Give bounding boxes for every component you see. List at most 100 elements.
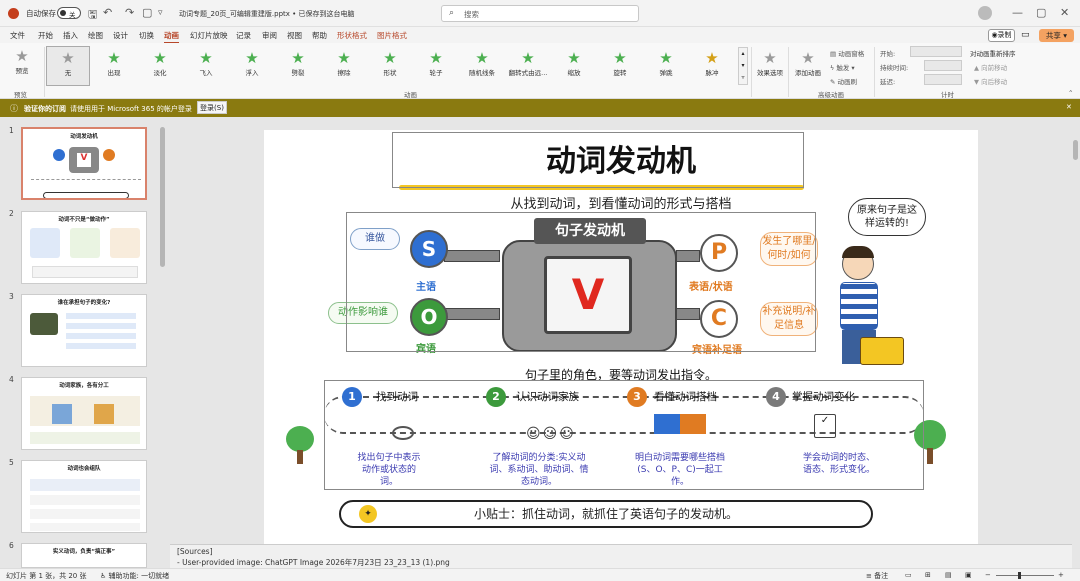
current-slide[interactable]: 动词发动机 从找到动词，到看懂动词的形式与搭档 句子发动机 V S O P C …	[264, 130, 978, 564]
delay-input[interactable]	[924, 74, 962, 85]
tab-animations[interactable]: 动画	[164, 30, 179, 44]
save-icon[interactable]: 🖫	[88, 6, 97, 25]
collapse-ribbon-icon[interactable]: ⌃	[1068, 89, 1073, 97]
present-icon[interactable]: ▢	[142, 6, 152, 19]
tab-home[interactable]: 开始	[38, 30, 53, 41]
animation-painter-button[interactable]: ✎ 动画刷	[830, 76, 857, 86]
thumbnail-scrollbar[interactable]	[160, 127, 165, 267]
selection-frame[interactable]	[392, 132, 804, 188]
animation-pane-button[interactable]: ▤ 动画窗格	[830, 48, 864, 58]
account-avatar[interactable]	[978, 6, 992, 20]
selection-frame[interactable]	[346, 212, 816, 352]
star-icon: ★	[61, 49, 75, 67]
animation-bounce[interactable]: ★ 弹跳	[644, 49, 688, 77]
slide-thumbnail-6[interactable]: 实义动词，负责“搞正事”	[21, 543, 147, 568]
gallery-scroll[interactable]: ▴ ▾ ▿	[738, 47, 748, 85]
tab-review[interactable]: 审阅	[262, 30, 277, 41]
move-earlier-button[interactable]: ▲ 向前移动	[974, 62, 1007, 72]
maximize-icon[interactable]: ▢	[1036, 6, 1046, 19]
trigger-button[interactable]: ϟ 触发 ▾	[830, 62, 855, 72]
duration-label: 持续时间:	[880, 64, 909, 72]
animation-swivel[interactable]: ★ 旋转	[598, 49, 642, 77]
undo-icon[interactable]: ↶	[103, 6, 112, 19]
animation-pane-label: 动画窗格	[838, 50, 865, 58]
animation-wheel[interactable]: ★ 轮子	[414, 49, 458, 77]
zoom-slider[interactable]	[996, 575, 1054, 576]
tab-help[interactable]: 帮助	[312, 30, 327, 41]
animation-none[interactable]: ★ 无	[46, 49, 90, 77]
normal-view-icon[interactable]: ▭	[905, 571, 912, 579]
slide-sorter-icon[interactable]: ⊞	[925, 571, 931, 579]
animation-zoom[interactable]: ★ 缩放	[552, 49, 596, 77]
selection-frame[interactable]	[324, 380, 924, 490]
tab-draw[interactable]: 绘图	[88, 30, 103, 41]
close-icon[interactable]: ✕	[1060, 6, 1069, 19]
animation-shape[interactable]: ★ 形状	[368, 49, 412, 77]
tab-shape-format[interactable]: 形状格式	[337, 30, 367, 41]
search-placeholder: 搜索	[464, 10, 479, 19]
tab-file[interactable]: 文件	[10, 30, 25, 41]
slide-thumbnail-5[interactable]: 动词也会组队	[21, 460, 147, 533]
animation-grow-turn[interactable]: ★ 翻转式由远...	[506, 49, 550, 77]
preview-button[interactable]: ★ 预览	[0, 47, 44, 75]
preview-label: 预览	[15, 67, 29, 75]
tab-transitions[interactable]: 切换	[139, 30, 154, 41]
animation-label: 随机线条	[469, 69, 495, 77]
animation-label: 缩放	[567, 69, 581, 77]
accessibility-label: 辅助功能: 一切就绪	[108, 572, 170, 580]
thumb-band	[30, 432, 140, 444]
close-message-icon[interactable]: ✕	[1066, 103, 1072, 111]
tip-box[interactable]: ✦ 小贴士：抓住动词，就抓住了英语句子的发动机。	[339, 500, 873, 528]
star-icon: ★	[153, 49, 167, 67]
tab-record[interactable]: 记录	[236, 30, 251, 41]
move-later-button[interactable]: ▼ 向后移动	[974, 76, 1007, 86]
notes-line: - User-provided image: ChatGPT Image 202…	[177, 558, 450, 567]
login-button[interactable]: 登录(S)	[197, 101, 227, 114]
record-label: 录制	[997, 31, 1012, 39]
customize-icon[interactable]: ▿	[158, 8, 163, 18]
animation-random-bars[interactable]: ★ 随机线条	[460, 49, 504, 77]
animation-fly-in[interactable]: ★ 飞入	[184, 49, 228, 77]
canvas-scrollbar[interactable]	[1073, 140, 1078, 160]
title-bar: 自动保存 关 🖫 ↶ ↷ ▢ ▿ 动词专题_20页_可编辑重建版.pptx • …	[0, 0, 1080, 27]
zoom-in-icon[interactable]: +	[1058, 571, 1064, 579]
animation-split[interactable]: ★ 劈裂	[276, 49, 320, 77]
animation-wipe[interactable]: ★ 擦除	[322, 49, 366, 77]
animation-pulse[interactable]: ★ 脉冲	[690, 49, 734, 77]
slide-thumbnail-4[interactable]: 动词家族，各有分工	[21, 377, 147, 450]
thumb-scene	[30, 396, 140, 426]
accessibility-status[interactable]: ♿ 辅助功能: 一切就绪	[100, 571, 169, 581]
slide-thumbnail-2[interactable]: 动词不只是“做动作”	[21, 211, 147, 284]
comments-icon[interactable]: ▭	[1021, 30, 1030, 40]
add-animation-label: 添加动画	[795, 69, 821, 77]
tab-picture-format[interactable]: 图片格式	[377, 30, 407, 41]
tab-design[interactable]: 设计	[113, 30, 128, 41]
add-animation-button[interactable]: ★ 添加动画	[786, 49, 830, 77]
thought-bubble[interactable]: 原来句子是这样运转的!	[848, 198, 926, 236]
animation-fade[interactable]: ★ 淡化	[138, 49, 182, 77]
notes-icon: ≡	[866, 572, 875, 580]
tab-slideshow[interactable]: 幻灯片放映	[190, 30, 228, 41]
animation-appear[interactable]: ★ 出现	[92, 49, 136, 77]
slideshow-icon[interactable]: ▣	[965, 571, 972, 579]
redo-icon[interactable]: ↷	[125, 6, 134, 19]
zoom-slider-thumb[interactable]	[1018, 572, 1021, 579]
notes-pane[interactable]: [Sources] - User-provided image: ChatGPT…	[170, 544, 1072, 568]
autosave-toggle[interactable]: 关	[57, 7, 81, 19]
tab-insert[interactable]: 插入	[63, 30, 78, 41]
thumb-row	[30, 509, 140, 519]
tab-view[interactable]: 视图	[287, 30, 302, 41]
start-select[interactable]	[910, 46, 962, 57]
share-button[interactable]: 共享 ▾	[1039, 29, 1074, 42]
slide-thumbnail-3[interactable]: 谁在承担句子的变化?	[21, 294, 147, 367]
record-button[interactable]: ◉录制	[988, 29, 1015, 42]
animation-float-in[interactable]: ★ 浮入	[230, 49, 274, 77]
reading-view-icon[interactable]: ▤	[945, 571, 952, 579]
slide-thumbnail-1[interactable]: 动词发动机 V	[21, 127, 147, 200]
search-box[interactable]: ⌕ 搜索	[441, 5, 639, 22]
notes-toggle[interactable]: ≡ 备注	[866, 571, 888, 581]
duration-input[interactable]	[924, 60, 962, 71]
minimize-icon[interactable]: —	[1012, 6, 1023, 19]
zoom-out-icon[interactable]: −	[985, 571, 991, 579]
animation-pane-icon: ▤	[830, 50, 839, 58]
